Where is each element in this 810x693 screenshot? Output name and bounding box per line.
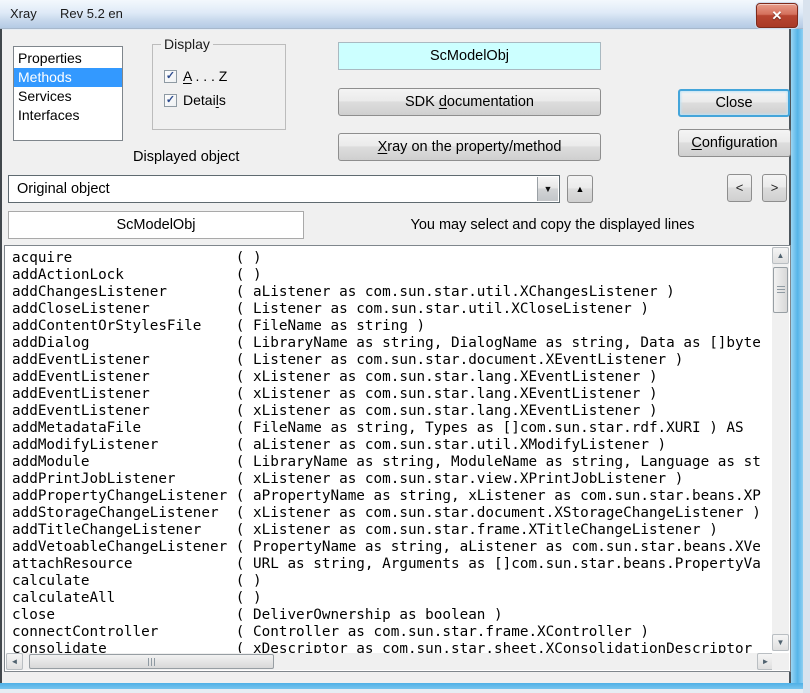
method-line[interactable]: addActionLock ( ) bbox=[12, 267, 774, 284]
scroll-down-button[interactable]: ▼ bbox=[772, 634, 789, 651]
sdk-documentation-button[interactable]: SDK documentation bbox=[338, 88, 601, 116]
method-line[interactable]: addEventListener ( xListener as com.sun.… bbox=[12, 369, 774, 386]
method-line[interactable]: calculate ( ) bbox=[12, 573, 774, 590]
desktop-strip bbox=[803, 0, 810, 693]
scroll-left-icon: ◄ bbox=[11, 657, 19, 666]
scroll-down-icon: ▼ bbox=[777, 638, 785, 647]
method-line[interactable]: connectController ( Controller as com.su… bbox=[12, 624, 774, 641]
method-line[interactable]: addModifyListener ( aListener as com.sun… bbox=[12, 437, 774, 454]
scroll-up-icon: ▲ bbox=[777, 251, 785, 260]
method-line[interactable]: addVetoableChangeListener ( PropertyName… bbox=[12, 539, 774, 556]
checkbox-row[interactable]: ✓ Details bbox=[164, 92, 226, 108]
vertical-scrollbar-thumb[interactable] bbox=[773, 267, 788, 313]
xray-window: Xray Rev 5.2 en ✕ PropertiesMethodsServi… bbox=[0, 0, 810, 693]
displayed-object-combobox[interactable]: Original object ▼ bbox=[8, 175, 560, 203]
horizontal-scrollbar[interactable]: ◄ ► bbox=[6, 653, 774, 670]
method-line[interactable]: addContentOrStylesFile ( FileName as str… bbox=[12, 318, 774, 335]
list-item-services[interactable]: Services bbox=[14, 87, 122, 106]
close-button[interactable]: Close bbox=[678, 89, 790, 117]
checkbox-row[interactable]: ✓ A . . . Z bbox=[164, 68, 227, 84]
list-item-methods[interactable]: Methods bbox=[14, 68, 122, 87]
chevron-down-icon: ▼ bbox=[544, 184, 553, 194]
window-frame-right bbox=[791, 29, 803, 683]
xray-on-property-method-button[interactable]: Xray on the property/method bbox=[338, 133, 601, 161]
copy-hint-label: You may select and copy the displayed li… bbox=[330, 217, 775, 233]
display-groupbox: Display ✓A . . . Z✓Details bbox=[152, 44, 286, 130]
object-name-field: ScModelObj bbox=[8, 211, 304, 239]
scroll-right-icon: ► bbox=[762, 657, 770, 666]
displayed-object-label: Displayed object bbox=[133, 149, 239, 165]
display-group-title: Display bbox=[161, 36, 213, 52]
combobox-dropdown-button[interactable]: ▼ bbox=[537, 177, 558, 201]
method-line[interactable]: addCloseListener ( Listener as com.sun.s… bbox=[12, 301, 774, 318]
window-close-button[interactable]: ✕ bbox=[756, 3, 798, 28]
method-line[interactable]: addStorageChangeListener ( xListener as … bbox=[12, 505, 774, 522]
scroll-up-button[interactable]: ▲ bbox=[772, 247, 789, 264]
scroll-left-button[interactable]: ◄ bbox=[6, 653, 23, 670]
method-line[interactable]: addEventListener ( xListener as com.sun.… bbox=[12, 386, 774, 403]
next-button[interactable]: > bbox=[762, 174, 787, 202]
scrollbar-corner bbox=[772, 653, 789, 670]
method-line[interactable]: addPropertyChangeListener ( aPropertyNam… bbox=[12, 488, 774, 505]
checkbox-details[interactable]: ✓ bbox=[164, 94, 177, 107]
combobox-value: Original object bbox=[17, 176, 110, 202]
method-line[interactable]: addModule ( LibraryName as string, Modul… bbox=[12, 454, 774, 471]
title-bar[interactable]: Xray Rev 5.2 en ✕ bbox=[0, 0, 803, 29]
dialog-body: PropertiesMethodsServicesInterfaces Disp… bbox=[2, 30, 789, 683]
configuration-button[interactable]: Configuration bbox=[678, 129, 791, 157]
methods-list-panel[interactable]: acquire ( )addActionLock ( )addChangesLi… bbox=[4, 245, 791, 672]
checkbox-label: A . . . Z bbox=[183, 68, 227, 84]
checkbox-label: Details bbox=[183, 92, 226, 108]
horizontal-scrollbar-thumb[interactable] bbox=[29, 654, 274, 669]
window-revision: Rev 5.2 en bbox=[60, 6, 123, 21]
method-line[interactable]: addMetadataFile ( FileName as string, Ty… bbox=[12, 420, 774, 437]
method-line[interactable]: addEventListener ( Listener as com.sun.s… bbox=[12, 352, 774, 369]
window-frame-bottom bbox=[0, 683, 803, 689]
object-type-field: ScModelObj bbox=[338, 42, 601, 70]
method-line[interactable]: addChangesListener ( aListener as com.su… bbox=[12, 284, 774, 301]
method-line[interactable]: addDialog ( LibraryName as string, Dialo… bbox=[12, 335, 774, 352]
method-line[interactable]: addPrintJobListener ( xListener as com.s… bbox=[12, 471, 774, 488]
window-title: Xray bbox=[10, 6, 37, 21]
vertical-scrollbar[interactable]: ▲ ▼ bbox=[772, 247, 789, 651]
up-arrow-icon: ▲ bbox=[576, 184, 585, 194]
method-line[interactable]: addTitleChangeListener ( xListener as co… bbox=[12, 522, 774, 539]
method-line[interactable]: close ( DeliverOwnership as boolean ) bbox=[12, 607, 774, 624]
object-part-listbox[interactable]: PropertiesMethodsServicesInterfaces bbox=[13, 46, 123, 141]
parent-object-button[interactable]: ▲ bbox=[567, 175, 593, 203]
methods-lines: acquire ( )addActionLock ( )addChangesLi… bbox=[12, 250, 774, 654]
method-line[interactable]: acquire ( ) bbox=[12, 250, 774, 267]
checkbox-a-z[interactable]: ✓ bbox=[164, 70, 177, 83]
close-icon: ✕ bbox=[772, 8, 783, 23]
method-line[interactable]: addEventListener ( xListener as com.sun.… bbox=[12, 403, 774, 420]
previous-button[interactable]: < bbox=[727, 174, 752, 202]
method-line[interactable]: attachResource ( URL as string, Argument… bbox=[12, 556, 774, 573]
method-line[interactable]: calculateAll ( ) bbox=[12, 590, 774, 607]
list-item-properties[interactable]: Properties bbox=[14, 49, 122, 68]
list-item-interfaces[interactable]: Interfaces bbox=[14, 106, 122, 125]
